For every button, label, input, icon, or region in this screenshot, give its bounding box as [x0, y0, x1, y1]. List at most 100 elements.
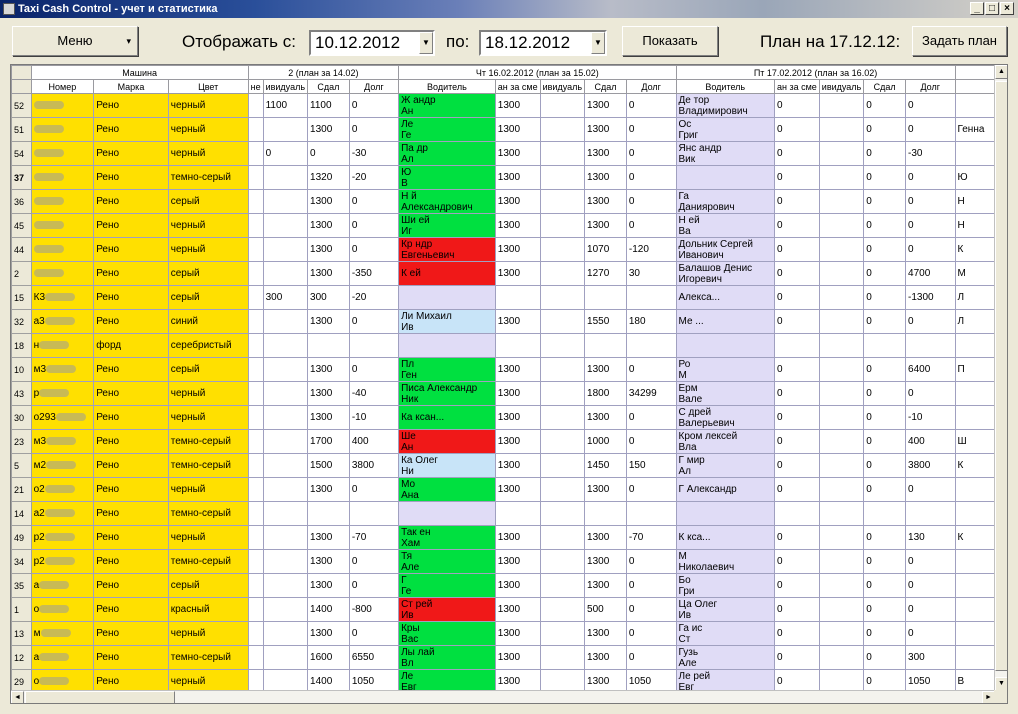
car-color-cell[interactable]: темно-серый	[167, 165, 249, 190]
thu-shift-cell[interactable]: 1300	[494, 165, 541, 190]
thu-driver-cell[interactable]: Ка ксан...	[398, 405, 496, 430]
prev-debt-cell[interactable]: 0	[348, 237, 400, 262]
prev-ind-cell[interactable]	[262, 501, 309, 526]
thu-ind-cell[interactable]	[539, 309, 586, 334]
table-row[interactable]: 30 о293 Рено черный 1300 -10 Ка ксан... 1300 130…	[11, 405, 995, 430]
prev-paid-cell[interactable]: 1300	[307, 261, 350, 286]
car-color-cell[interactable]: черный	[167, 237, 249, 262]
fri-paid-cell[interactable]: 0	[863, 597, 907, 622]
fri-paid-cell[interactable]: 0	[863, 453, 907, 478]
thu-ind-cell[interactable]	[539, 573, 586, 598]
fri-paid-cell[interactable]: 0	[863, 477, 907, 502]
prev-shift-cell[interactable]	[247, 333, 264, 358]
thu-shift-cell[interactable]: 1300	[494, 93, 541, 118]
thu-driver-cell[interactable]: Ши ей Иг	[398, 213, 496, 238]
row-id-cell[interactable]: 54	[11, 141, 32, 166]
thu-debt-cell[interactable]	[625, 501, 677, 526]
fri-shift-cell[interactable]: 0	[773, 189, 820, 214]
car-color-cell[interactable]: черный	[167, 381, 249, 406]
thu-debt-cell[interactable]: 0	[625, 429, 677, 454]
col-header-num[interactable]: Номер	[30, 79, 95, 94]
prev-debt-cell[interactable]: -10	[348, 405, 400, 430]
fri-driver-cell[interactable]	[675, 501, 775, 526]
fri-ind-cell[interactable]	[818, 165, 865, 190]
fri-shift-cell[interactable]: 0	[773, 117, 820, 142]
car-number-cell[interactable]: р2	[30, 549, 95, 574]
fri-driver-cell[interactable]: Ле рей Евг	[675, 669, 775, 691]
car-number-cell[interactable]	[30, 261, 95, 286]
fri-shift-cell[interactable]: 0	[773, 213, 820, 238]
fri-debt-cell[interactable]	[905, 333, 956, 358]
fri-driver-cell[interactable]: К кса...	[675, 525, 775, 550]
prev-shift-cell[interactable]	[247, 405, 264, 430]
car-brand-cell[interactable]: Рено	[93, 237, 169, 262]
car-number-cell[interactable]: о293	[30, 405, 95, 430]
thu-driver-cell[interactable]: Ст рей Ив	[398, 597, 496, 622]
row-id-cell[interactable]: 30	[11, 405, 32, 430]
table-row[interactable]: 52 Рено черный 1100 1100 0 Ж андр Ан 1300 1300 0 Де…	[11, 93, 995, 118]
next-driver-cell[interactable]	[954, 645, 995, 670]
fri-ind-cell[interactable]	[818, 621, 865, 646]
scroll-down-icon[interactable]: ▼	[995, 677, 1007, 691]
car-brand-cell[interactable]: Рено	[93, 477, 169, 502]
prev-shift-cell[interactable]	[247, 93, 264, 118]
thu-paid-cell[interactable]: 1300	[584, 405, 627, 430]
thu-shift-cell[interactable]: 1300	[494, 477, 541, 502]
car-color-cell[interactable]: темно-серый	[167, 429, 249, 454]
prev-ind-cell[interactable]: 300	[262, 285, 309, 310]
row-id-cell[interactable]: 13	[11, 621, 32, 646]
thu-driver-cell[interactable]: Ше Ан	[398, 429, 496, 454]
prev-ind-cell[interactable]	[262, 381, 309, 406]
fri-debt-cell[interactable]: 0	[905, 477, 956, 502]
fri-paid-cell[interactable]: 0	[863, 525, 907, 550]
vertical-scrollbar[interactable]: ▲ ▼	[994, 65, 1007, 691]
fri-ind-cell[interactable]	[818, 669, 865, 691]
prev-shift-cell[interactable]	[247, 621, 264, 646]
thu-driver-cell[interactable]: Н й Александрович	[398, 189, 496, 214]
fri-shift-cell[interactable]	[773, 501, 820, 526]
prev-shift-cell[interactable]	[247, 357, 264, 382]
thu-paid-cell[interactable]: 1300	[584, 669, 627, 691]
fri-debt-cell[interactable]: 6400	[905, 357, 956, 382]
car-number-cell[interactable]: а2	[30, 501, 95, 526]
fri-debt-cell[interactable]	[905, 501, 956, 526]
car-brand-cell[interactable]: Рено	[93, 621, 169, 646]
table-row[interactable]: 5 м2 Рено темно-серый 1500 3800 Ка Олег Ни 1300 1…	[11, 453, 995, 478]
thu-paid-cell[interactable]: 1300	[584, 117, 627, 142]
car-brand-cell[interactable]: форд	[93, 333, 169, 358]
fri-driver-cell[interactable]	[675, 165, 775, 190]
prev-shift-cell[interactable]	[247, 261, 264, 286]
fri-debt-cell[interactable]: 0	[905, 621, 956, 646]
fri-shift-cell[interactable]: 0	[773, 357, 820, 382]
prev-paid-cell[interactable]: 1300	[307, 525, 350, 550]
fri-shift-cell[interactable]: 0	[773, 477, 820, 502]
vertical-scroll-thumb[interactable]	[995, 81, 1007, 671]
car-number-cell[interactable]: м	[30, 621, 95, 646]
fri-paid-cell[interactable]: 0	[863, 189, 907, 214]
car-color-cell[interactable]: синий	[167, 309, 249, 334]
car-brand-cell[interactable]: Рено	[93, 165, 169, 190]
col-header-thu-driver[interactable]: Водитель	[398, 79, 496, 94]
car-color-cell[interactable]: черный	[167, 141, 249, 166]
next-driver-cell[interactable]: К	[954, 525, 995, 550]
fri-ind-cell[interactable]	[818, 261, 865, 286]
prev-debt-cell[interactable]: 0	[348, 189, 400, 214]
car-color-cell[interactable]: темно-серый	[167, 645, 249, 670]
car-color-cell[interactable]: темно-серый	[167, 549, 249, 574]
fri-shift-cell[interactable]: 0	[773, 237, 820, 262]
table-row[interactable]: 32 а3 Рено синий 1300 0 Ли Михаил Ив 1300 1550 180…	[11, 309, 995, 334]
table-row[interactable]: 49 р2 Рено черный 1300 -70 Так ен Хам 1300 1300 -7…	[11, 525, 995, 550]
thu-paid-cell[interactable]: 1300	[584, 93, 627, 118]
fri-paid-cell[interactable]: 0	[863, 165, 907, 190]
prev-shift-cell[interactable]	[247, 669, 264, 691]
col-header-next[interactable]	[954, 79, 995, 94]
car-brand-cell[interactable]: Рено	[93, 597, 169, 622]
car-number-cell[interactable]	[30, 117, 95, 142]
thu-paid-cell[interactable]: 1300	[584, 213, 627, 238]
fri-shift-cell[interactable]: 0	[773, 261, 820, 286]
car-brand-cell[interactable]: Рено	[93, 309, 169, 334]
col-header-fri-debt[interactable]: Долг	[905, 79, 956, 94]
prev-ind-cell[interactable]	[262, 453, 309, 478]
next-driver-cell[interactable]	[954, 405, 995, 430]
table-row[interactable]: 43 р Рено черный 1300 -40 Писа Александр Ник 130…	[11, 381, 995, 406]
